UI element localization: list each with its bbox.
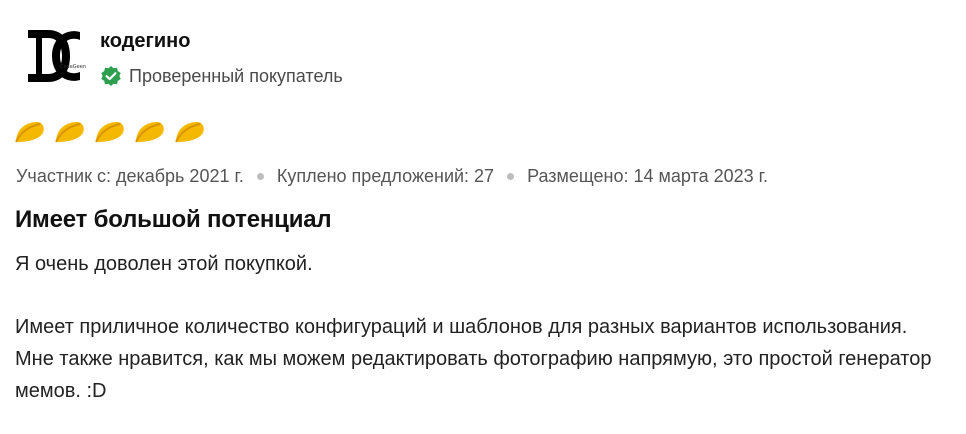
reviewer-name[interactable]: кодегино [100, 30, 343, 52]
verified-check-icon [101, 66, 121, 86]
verified-buyer-badge: Проверенный покупатель [100, 65, 343, 87]
taco-icon [55, 122, 84, 143]
taco-icon [135, 122, 164, 143]
review-paragraph: Имеет приличное количество конфигураций … [15, 316, 932, 402]
reviewer-info: кодегино Проверенный покупатель [100, 24, 343, 87]
review-title: Имеет большой потенциал [15, 206, 332, 233]
codegeenee-logo-icon[interactable]: CodeGeenee [22, 24, 92, 88]
verified-buyer-label: Проверенный покупатель [129, 65, 343, 86]
taco-icon [15, 122, 44, 143]
separator-dot [256, 173, 264, 180]
review-paragraph: Я очень доволен этой покупкой. [15, 253, 313, 275]
rating-tacos [14, 119, 206, 145]
posted-date: Размещено: 14 марта 2023 г. [527, 166, 768, 186]
taco-icon [175, 122, 204, 143]
review-meta: Участник с: декабрь 2021 г. Куплено пред… [16, 166, 768, 187]
member-since: Участник с: декабрь 2021 г. [16, 166, 244, 186]
reviewer-header: CodeGeenee кодегино Проверенный покупате… [22, 24, 343, 88]
separator-dot [507, 173, 515, 180]
svg-text:CodeGeenee: CodeGeenee [60, 64, 86, 70]
deals-bought: Куплено предложений: 27 [276, 166, 495, 186]
taco-icon [95, 122, 124, 143]
